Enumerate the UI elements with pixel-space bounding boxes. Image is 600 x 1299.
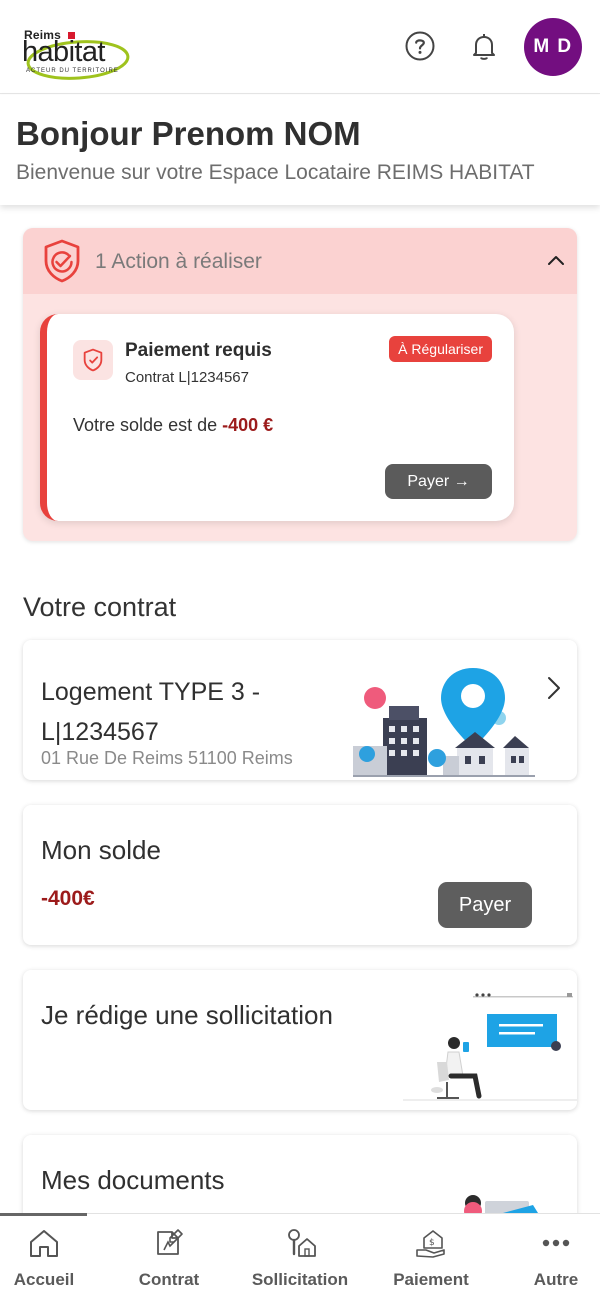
balance-amount: -400 €	[222, 415, 274, 435]
shield-check-icon	[44, 239, 80, 283]
payment-card-icon-box	[73, 340, 113, 380]
city-illustration	[353, 668, 535, 777]
logo-tagline: ACTEUR DU TERRITOIRE	[26, 68, 119, 74]
housing-reference: L|1234567	[41, 718, 159, 746]
actions-panel-header[interactable]: 1 Action à réaliser	[23, 228, 577, 294]
user-avatar[interactable]: M D	[524, 18, 582, 76]
request-card-title: Je rédige une sollicitation	[41, 1000, 333, 1030]
payment-required-card: Paiement requis Contrat L|1234567 À Régu…	[40, 314, 514, 521]
svg-text:$: $	[429, 1238, 435, 1248]
pay-now-button[interactable]: Payer →	[385, 464, 492, 499]
housing-address: 01 Rue De Reims 51100 Reims	[41, 748, 293, 768]
contract-card[interactable]: Logement TYPE 3 - L|1234567 01 Rue De Re…	[23, 640, 577, 780]
nav-label-paiement: Paiement	[393, 1270, 469, 1289]
payment-icon: $	[416, 1230, 445, 1258]
nav-label-contrat: Contrat	[138, 1270, 200, 1289]
request-card[interactable]: Je rédige une sollicitation	[23, 970, 577, 1110]
payment-card-title: Paiement requis	[125, 340, 272, 361]
documents-card-title: Mes documents	[41, 1165, 225, 1195]
logo-habitat-text: habitat	[22, 36, 105, 68]
balance-card-title: Mon solde	[41, 835, 161, 865]
nav-item-autre[interactable]: Autre	[496, 1214, 600, 1299]
notifications-button[interactable]	[468, 30, 500, 62]
greeting-title: Bonjour Prenom NOM	[16, 115, 361, 152]
more-dots-icon	[542, 1239, 570, 1247]
status-badge: À Régulariser	[389, 336, 492, 362]
nav-label-autre: Autre	[533, 1270, 579, 1289]
home-icon	[30, 1230, 58, 1257]
payment-card-contract: Contrat L|1234567	[125, 369, 249, 386]
nav-item-paiement[interactable]: $ Paiement	[371, 1214, 491, 1299]
contract-icon	[157, 1229, 183, 1255]
nav-item-contrat[interactable]: Contrat	[109, 1214, 229, 1299]
balance-card: Mon solde -400€ Payer	[23, 805, 577, 945]
person-on-phone-illustration	[403, 993, 577, 1101]
reims-habitat-logo[interactable]: Reims habitat ACTEUR DU TERRITOIRE	[20, 24, 132, 80]
help-circle-icon	[405, 31, 435, 61]
contract-section-title: Votre contrat	[23, 592, 177, 622]
help-button[interactable]	[404, 30, 436, 62]
payment-card-balance: Votre solde est de -400 €	[73, 415, 273, 436]
greeting-subtitle: Bienvenue sur votre Espace Locataire REI…	[16, 161, 535, 184]
chevron-up-icon[interactable]	[545, 250, 567, 272]
chevron-right-icon[interactable]	[541, 674, 565, 702]
request-tools-icon	[288, 1229, 316, 1257]
nav-item-accueil[interactable]: Accueil	[0, 1214, 104, 1299]
actions-panel-title: 1 Action à réaliser	[95, 250, 262, 273]
bottom-navigation: Accueil Contrat Sollicitation $ Paiement	[0, 1213, 600, 1299]
pay-button[interactable]: Payer	[438, 882, 532, 928]
nav-label-sollicitation: Sollicitation	[251, 1270, 349, 1289]
balance-card-amount: -400€	[41, 887, 95, 910]
top-bar: Reims habitat ACTEUR DU TERRITOIRE M D	[0, 0, 600, 94]
nav-label-accueil: Accueil	[13, 1270, 75, 1289]
greeting-banner: Bonjour Prenom NOM Bienvenue sur votre E…	[0, 95, 600, 205]
actions-panel: 1 Action à réaliser Paiement requis Cont…	[23, 228, 577, 541]
housing-type: Logement TYPE 3 -	[41, 678, 261, 706]
nav-item-sollicitation[interactable]: Sollicitation	[240, 1214, 360, 1299]
bell-icon	[473, 34, 495, 60]
shield-check-icon	[83, 348, 103, 372]
balance-prefix: Votre solde est de	[73, 415, 218, 435]
housing-title: Logement TYPE 3 - L|1234567	[41, 672, 260, 752]
